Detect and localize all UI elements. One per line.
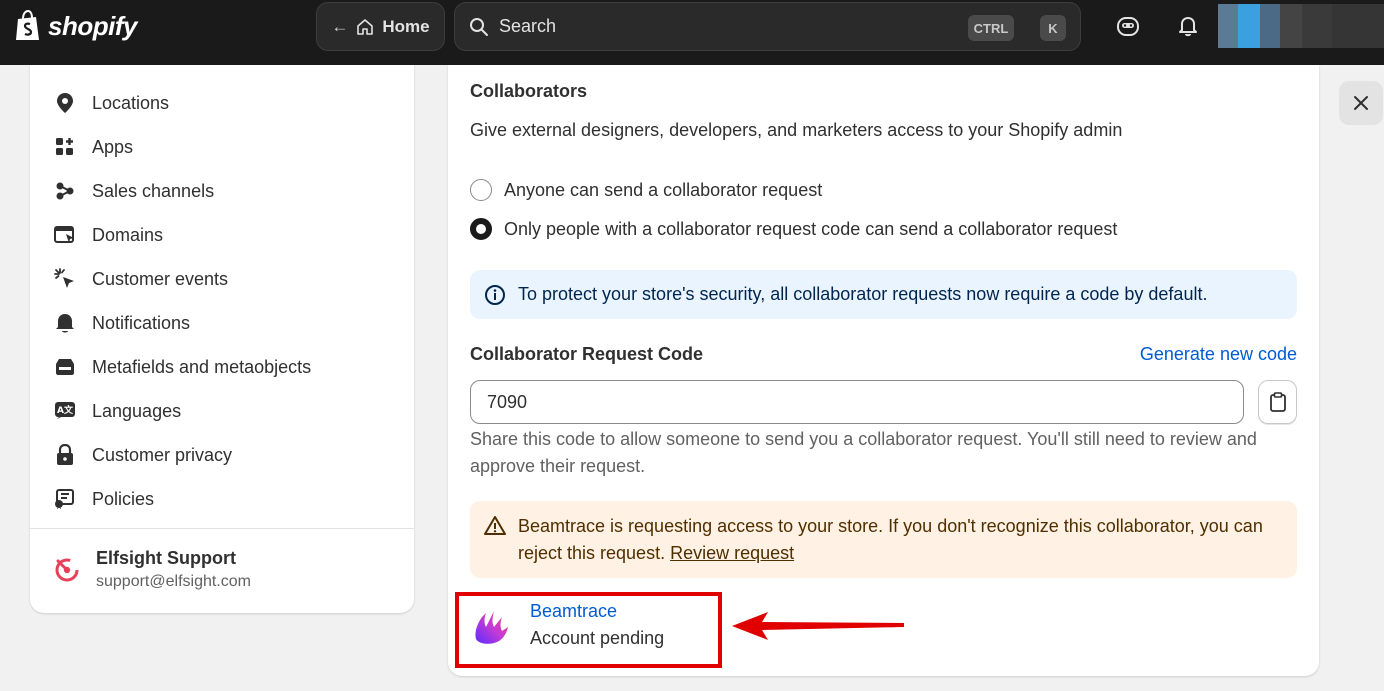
sidebar-item-label: Locations — [92, 92, 170, 113]
elfsight-logo-icon — [55, 558, 79, 581]
sidebar-item-domains[interactable]: Domains — [54, 220, 163, 250]
close-button[interactable] — [1339, 81, 1383, 125]
sales-channels-icon — [54, 180, 76, 202]
home-label: Home — [382, 16, 430, 36]
radio-code-only[interactable]: Only people with a collaborator request … — [470, 218, 1117, 240]
home-icon — [357, 18, 374, 35]
radio-anyone[interactable]: Anyone can send a collaborator request — [470, 179, 822, 201]
svg-text:A文: A文 — [57, 404, 74, 416]
info-banner-text: To protect your store's security, all co… — [518, 284, 1208, 304]
metafields-icon — [54, 356, 76, 378]
annotation-highlight-box — [455, 592, 722, 668]
sidekick-icon[interactable] — [1116, 14, 1140, 38]
sidebar-item-locations[interactable]: Locations — [54, 88, 169, 118]
sidebar-item-apps[interactable]: Apps — [54, 132, 133, 162]
warning-banner: Beamtrace is requesting access to your s… — [470, 501, 1297, 578]
sidebar-item-label: Sales channels — [92, 180, 215, 201]
sidebar-item-label: Notifications — [92, 312, 191, 333]
code-label: Collaborator Request Code — [470, 344, 704, 364]
cursor-click-icon — [54, 268, 76, 290]
search-icon — [470, 17, 488, 36]
lock-icon — [54, 444, 76, 466]
shortcut-ctrl-key: CTRL — [968, 15, 1014, 41]
sidebar-item-label: Policies — [92, 488, 155, 509]
close-icon — [1354, 96, 1368, 110]
sidebar-divider — [30, 528, 414, 529]
arrow-left-icon: ← — [331, 16, 349, 36]
translate-icon: A文 — [54, 400, 76, 422]
collaborators-card: Collaborators Give external designers, d… — [448, 65, 1319, 676]
account-name: Elfsight Support — [96, 548, 236, 568]
annotation-arrow-icon — [732, 612, 904, 640]
location-pin-icon — [54, 92, 76, 114]
sidebar-item-languages[interactable]: A文 Languages — [54, 396, 181, 426]
search-placeholder: Search — [499, 16, 557, 36]
copy-code-button[interactable] — [1258, 380, 1297, 424]
sidebar-item-label: Apps — [92, 136, 134, 157]
radio-label: Only people with a collaborator request … — [504, 218, 1118, 239]
sidebar-item-metafields[interactable]: Metafields and metaobjects — [54, 352, 311, 382]
brand-name: shopify — [48, 10, 137, 41]
shopify-logo[interactable]: shopify — [14, 10, 137, 42]
radio-button-selected[interactable] — [470, 218, 492, 240]
info-banner: To protect your store's security, all co… — [470, 270, 1297, 319]
settings-sidebar: Locations Apps Sales channels Domains Cu… — [30, 65, 414, 613]
shopify-bag-icon — [16, 10, 39, 40]
sidebar-item-label: Customer events — [92, 268, 229, 289]
sidebar-item-label: Domains — [92, 224, 164, 245]
sidebar-item-label: Languages — [92, 400, 182, 421]
account-email: support@elfsight.com — [96, 573, 251, 590]
sidebar-item-notifications[interactable]: Notifications — [54, 308, 190, 338]
avatar[interactable] — [1218, 4, 1384, 48]
apps-icon — [54, 136, 76, 158]
request-code-field[interactable]: 7090 — [470, 380, 1244, 424]
search-input[interactable]: Search CTRL K — [454, 2, 1081, 51]
warning-text: Beamtrace is requesting access to your s… — [518, 516, 1263, 563]
generate-new-code-link[interactable]: Generate new code — [1140, 344, 1297, 365]
bell-icon — [54, 312, 76, 334]
home-button[interactable]: ← Home — [316, 2, 445, 51]
sidebar-item-sales-channels[interactable]: Sales channels — [54, 176, 214, 206]
code-help-text: Share this code to allow someone to send… — [470, 429, 1257, 476]
policy-icon — [54, 488, 76, 510]
radio-label: Anyone can send a collaborator request — [504, 179, 823, 200]
top-bar: shopify ← Home Search CTRL K — [0, 0, 1384, 65]
sidebar-item-label: Metafields and metaobjects — [92, 356, 312, 377]
warning-icon — [484, 516, 506, 535]
info-icon — [485, 284, 505, 305]
sidebar-item-customer-events[interactable]: Customer events — [54, 264, 228, 294]
review-request-link[interactable]: Review request — [670, 543, 794, 563]
section-title: Collaborators — [470, 81, 588, 101]
domains-icon — [54, 224, 76, 246]
radio-button[interactable] — [470, 179, 492, 201]
sidebar-item-label: Customer privacy — [92, 444, 233, 465]
bell-icon[interactable] — [1176, 14, 1200, 38]
clipboard-icon — [1269, 392, 1286, 412]
sidebar-item-policies[interactable]: Policies — [54, 484, 154, 514]
section-description: Give external designers, developers, and… — [470, 120, 1123, 140]
shortcut-k-key: K — [1040, 15, 1066, 41]
account-info[interactable]: Elfsight Support support@elfsight.com — [54, 548, 251, 591]
sidebar-item-customer-privacy[interactable]: Customer privacy — [54, 440, 232, 470]
request-code-value: 7090 — [487, 391, 528, 412]
